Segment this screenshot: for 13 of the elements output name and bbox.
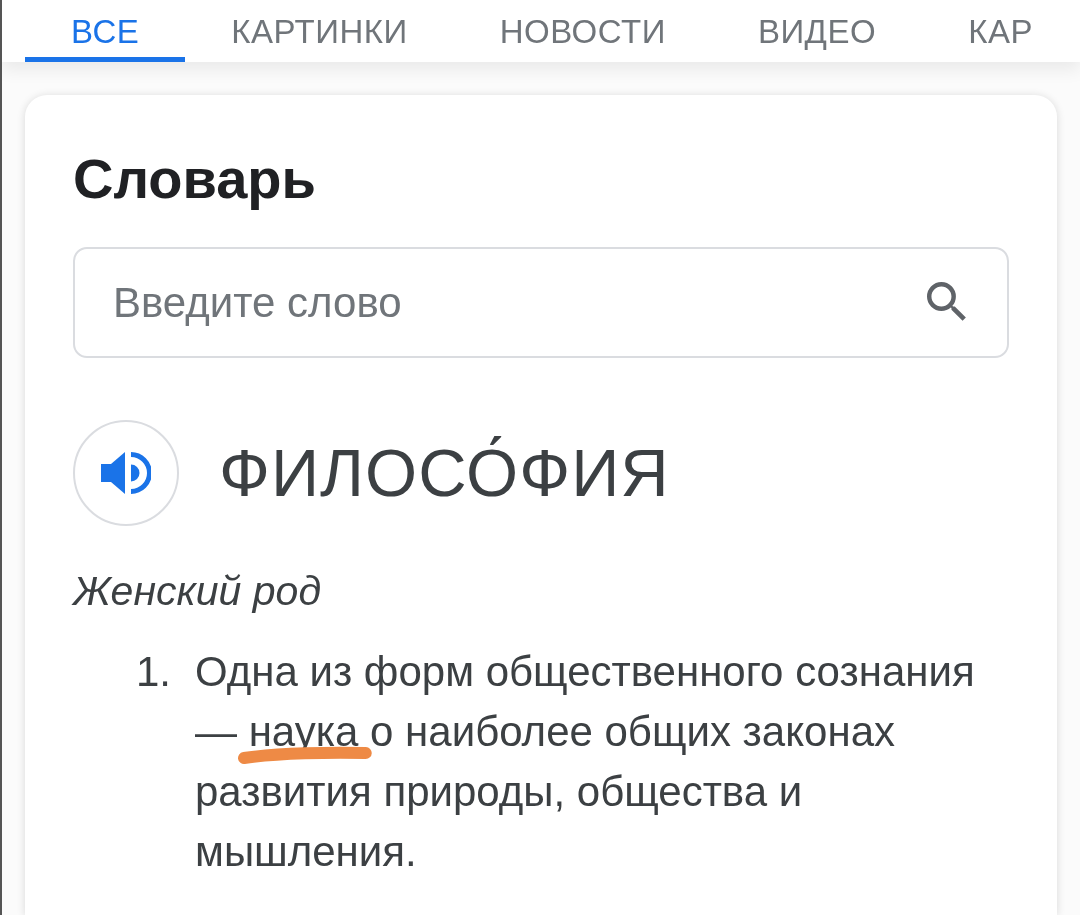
tab[interactable]: НОВОСТИ bbox=[453, 0, 712, 62]
headword: ФИЛОСО́ФИЯ bbox=[219, 434, 670, 512]
tab[interactable]: ВИДЕО bbox=[711, 0, 923, 62]
tab[interactable]: КАР bbox=[922, 0, 1079, 62]
definition-number: 1. bbox=[134, 647, 172, 697]
search-icon[interactable] bbox=[927, 282, 967, 322]
dictionary-title: Словарь bbox=[73, 147, 317, 211]
tab[interactable]: ВСЕ bbox=[25, 0, 186, 62]
search-field[interactable]: Введите слово bbox=[73, 247, 1009, 358]
definition-text: Одна из форм общественного сознания — наука о наиболее общих законах развития природы, общества и мышления. bbox=[195, 647, 976, 877]
speaker-icon bbox=[101, 449, 151, 497]
grammatical-gender: Женский род bbox=[73, 567, 323, 616]
tab[interactable]: КАРТИНКИ bbox=[185, 0, 454, 62]
